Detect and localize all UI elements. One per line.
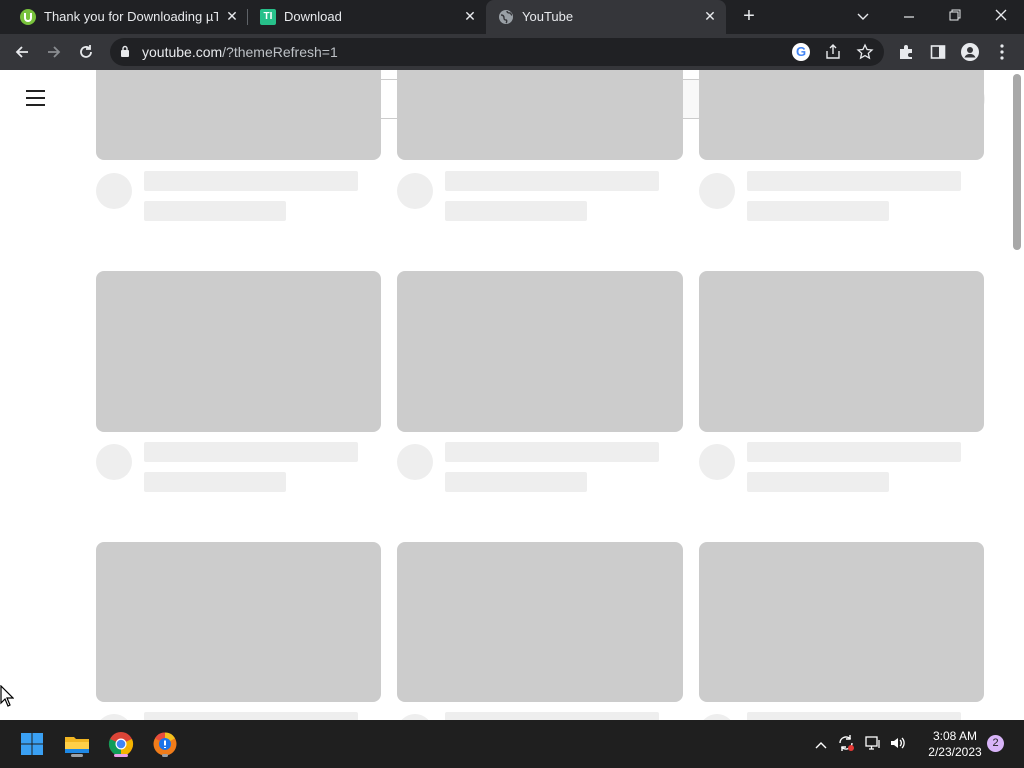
tab-strip: Thank you for Downloading µTorrent ✕ TI …: [0, 0, 1024, 34]
title-line-placeholder: [144, 442, 358, 462]
channel-avatar-placeholder: [96, 444, 132, 480]
show-hidden-icons-chevron-icon[interactable]: [811, 734, 831, 754]
video-thumbnail-placeholder[interactable]: [96, 542, 381, 702]
close-icon[interactable]: ✕: [462, 8, 478, 24]
title-line-placeholder: [144, 171, 358, 191]
channel-avatar-placeholder: [397, 444, 433, 480]
ti-icon: TI: [260, 9, 276, 25]
browser-toolbar: youtube.com/?themeRefresh=1 G: [0, 34, 1024, 70]
extensions-icon[interactable]: [892, 38, 920, 66]
new-tab-button[interactable]: +: [738, 5, 760, 27]
scrollbar-thumb[interactable]: [1013, 74, 1021, 250]
reload-icon[interactable]: [72, 38, 100, 66]
meta-line-placeholder: [747, 201, 889, 221]
youtube-page: [0, 70, 1024, 720]
meta-line-placeholder: [144, 472, 286, 492]
volume-icon[interactable]: [888, 734, 908, 754]
url-host: youtube.com: [142, 44, 223, 60]
video-thumbnail-placeholder[interactable]: [699, 271, 984, 432]
profile-icon[interactable]: [956, 38, 984, 66]
network-icon[interactable]: [863, 734, 883, 754]
title-line-placeholder: [747, 712, 961, 720]
video-thumbnail-placeholder[interactable]: [397, 542, 683, 702]
meta-line-placeholder: [747, 472, 889, 492]
running-indicator: [71, 754, 83, 757]
bookmark-star-icon[interactable]: [856, 43, 874, 61]
meta-line-placeholder: [445, 201, 587, 221]
globe-icon: [498, 9, 514, 25]
avast-browser-icon[interactable]: [149, 728, 181, 760]
title-line-placeholder: [747, 442, 961, 462]
title-line-placeholder: [445, 442, 659, 462]
video-thumbnail-placeholder[interactable]: [96, 70, 381, 160]
utorrent-icon: [20, 9, 36, 25]
side-panel-icon[interactable]: [924, 38, 952, 66]
chrome-icon[interactable]: [105, 728, 137, 760]
windows-start-icon[interactable]: [16, 728, 48, 760]
lock-icon: [121, 45, 129, 57]
title-line-placeholder: [445, 171, 659, 191]
address-bar[interactable]: youtube.com/?themeRefresh=1 G: [110, 38, 884, 66]
title-line-placeholder: [747, 171, 961, 191]
sync-icon[interactable]: [836, 734, 856, 754]
close-icon[interactable]: ✕: [224, 8, 240, 24]
file-explorer-icon[interactable]: [61, 728, 93, 760]
tab-search-icon[interactable]: [840, 0, 886, 34]
close-icon[interactable]: ✕: [702, 8, 718, 24]
google-icon[interactable]: G: [792, 43, 810, 61]
url-text: youtube.com/?themeRefresh=1: [142, 44, 338, 60]
tab-utorrent[interactable]: Thank you for Downloading µTorrent ✕: [8, 0, 246, 34]
running-indicator: [162, 754, 168, 757]
running-indicator: [114, 754, 128, 757]
channel-avatar-placeholder: [397, 173, 433, 209]
url-path: /?themeRefresh=1: [222, 44, 338, 60]
video-thumbnail-placeholder[interactable]: [96, 271, 381, 432]
title-line-placeholder: [144, 712, 358, 720]
tab-title: Download: [284, 9, 342, 24]
notification-badge[interactable]: 2: [987, 735, 1004, 752]
hamburger-menu-icon[interactable]: [26, 90, 46, 106]
title-line-placeholder: [445, 712, 659, 720]
mouse-cursor-icon: [0, 685, 14, 707]
video-thumbnail-placeholder[interactable]: [397, 70, 683, 160]
minimize-icon[interactable]: [886, 0, 932, 34]
page-scrollbar[interactable]: [1010, 70, 1024, 720]
meta-line-placeholder: [144, 201, 286, 221]
clock-date: 2/23/2023: [928, 745, 982, 759]
tab-title: Thank you for Downloading µTorrent: [44, 9, 218, 24]
tab-youtube[interactable]: YouTube ✕: [486, 0, 726, 34]
channel-avatar-placeholder: [96, 173, 132, 209]
restore-icon[interactable]: [932, 0, 978, 34]
menu-kebab-icon[interactable]: [988, 38, 1016, 66]
back-icon[interactable]: [8, 38, 36, 66]
tab-download[interactable]: TI Download ✕: [248, 0, 486, 34]
forward-icon[interactable]: [40, 38, 68, 66]
share-icon[interactable]: [824, 43, 842, 61]
video-thumbnail-placeholder[interactable]: [699, 70, 984, 160]
video-thumbnail-placeholder[interactable]: [397, 271, 683, 432]
meta-line-placeholder: [445, 472, 587, 492]
channel-avatar-placeholder: [699, 173, 735, 209]
windows-taskbar: 3:08 AM 2/23/2023 2: [0, 720, 1024, 768]
channel-avatar-placeholder: [699, 444, 735, 480]
tab-title: YouTube: [522, 9, 574, 24]
close-window-icon[interactable]: [978, 0, 1024, 34]
video-thumbnail-placeholder[interactable]: [699, 542, 984, 702]
